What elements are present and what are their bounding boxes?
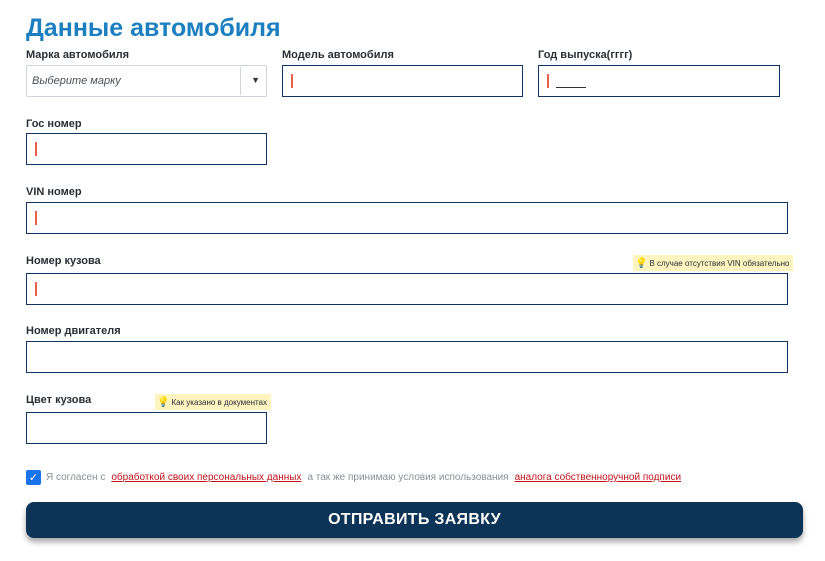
- plate-label: Гос номер: [26, 118, 82, 130]
- body-number-hint: 💡 В случае отсутствия VIN обязательно: [633, 255, 794, 271]
- color-hint: 💡 Как указано в документах: [155, 394, 272, 410]
- model-label: Модель автомобиля: [282, 49, 394, 61]
- page-title: Данные автомобиля: [26, 14, 281, 42]
- engine-number-input[interactable]: [26, 341, 788, 373]
- text-caret: [35, 142, 37, 156]
- chevron-down-icon[interactable]: ▼: [251, 75, 260, 85]
- color-hint-text: Как указано в документах: [171, 397, 268, 407]
- consent-checkbox[interactable]: ✓: [26, 470, 41, 485]
- select-divider: [240, 67, 241, 95]
- consent-text-before: Я согласен с: [46, 472, 106, 483]
- brand-placeholder: Выберите марку: [32, 75, 121, 87]
- vin-label: VIN номер: [26, 186, 82, 198]
- check-icon: ✓: [28, 472, 39, 484]
- text-caret: [35, 282, 37, 296]
- year-input[interactable]: [538, 65, 780, 97]
- lightbulb-icon: 💡: [157, 396, 170, 408]
- text-caret: [291, 74, 293, 88]
- lightbulb-icon: 💡: [635, 257, 648, 269]
- plate-input[interactable]: [26, 133, 267, 165]
- personal-data-link[interactable]: обработкой своих персональных данных: [111, 472, 301, 483]
- body-number-hint-text: В случае отсутствия VIN обязательно: [649, 258, 790, 268]
- year-mask-underline: [556, 87, 586, 88]
- consent-text-middle: а так же принимаю условия использования: [307, 472, 509, 483]
- brand-label: Марка автомобиля: [26, 49, 130, 61]
- body-number-label: Номер кузова: [26, 255, 101, 267]
- engine-number-label: Номер двигателя: [26, 325, 121, 337]
- text-caret: [547, 74, 549, 88]
- body-number-input[interactable]: [26, 273, 788, 305]
- text-caret: [35, 211, 37, 225]
- model-input[interactable]: [282, 65, 523, 97]
- vin-input[interactable]: [26, 202, 788, 234]
- color-label: Цвет кузова: [26, 394, 92, 406]
- year-label: Год выпуска(гггг): [538, 49, 633, 61]
- brand-select[interactable]: Выберите марку ▼: [26, 65, 267, 97]
- consent-row: ✓ Я согласен с обработкой своих персонал…: [26, 470, 681, 485]
- signature-analog-link[interactable]: аналога собственноручной подписи: [515, 472, 681, 483]
- color-input[interactable]: [26, 412, 267, 444]
- submit-button[interactable]: ОТПРАВИТЬ ЗАЯВКУ: [26, 502, 803, 538]
